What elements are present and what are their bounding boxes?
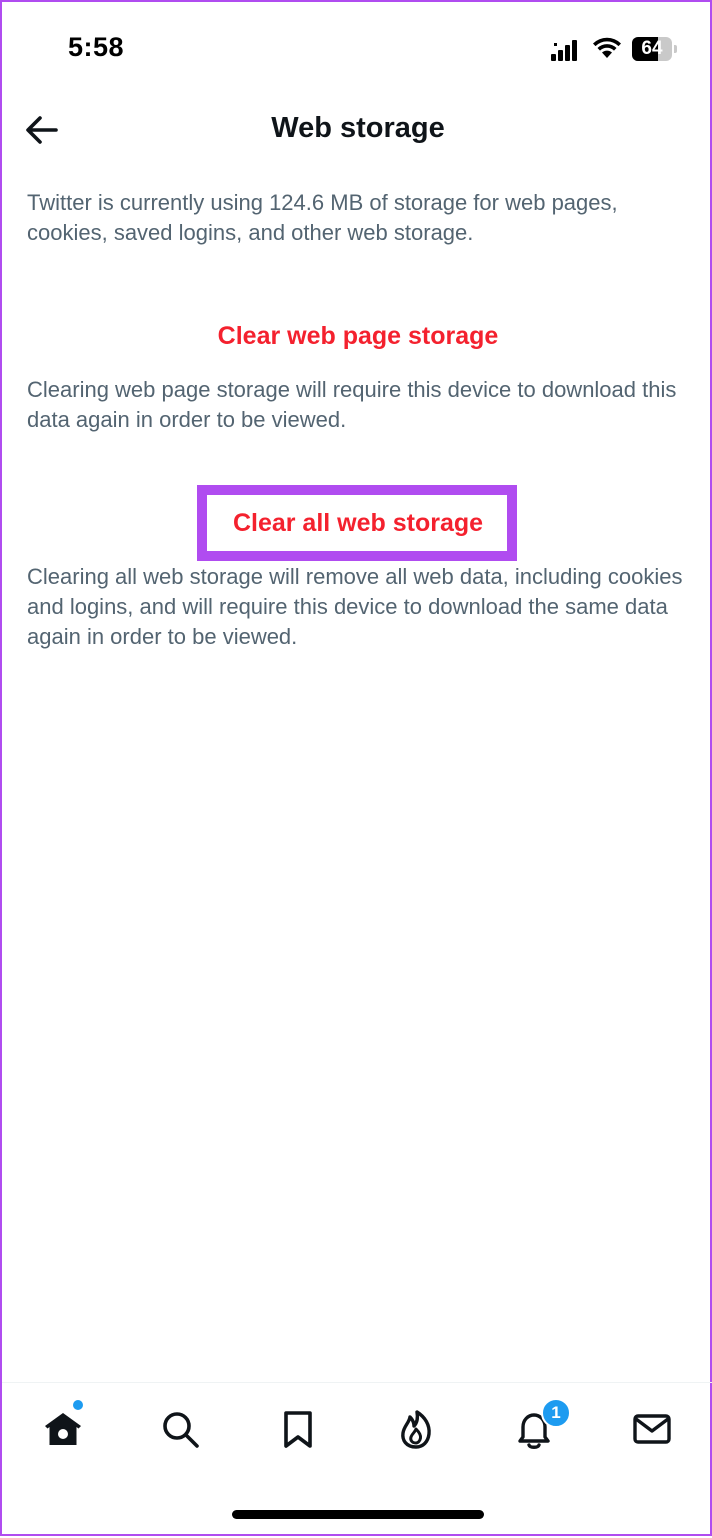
nav-home[interactable] xyxy=(41,1407,85,1451)
nav-search[interactable] xyxy=(158,1407,202,1451)
nav-messages[interactable] xyxy=(630,1407,674,1451)
clear-web-page-storage-description: Clearing web page storage will require t… xyxy=(27,377,677,432)
nav-spaces[interactable] xyxy=(394,1407,438,1451)
home-unread-dot xyxy=(73,1400,83,1410)
mail-icon xyxy=(633,1414,671,1444)
page-title: Web storage xyxy=(271,112,445,144)
battery-nub xyxy=(674,45,677,53)
clear-web-page-storage-button[interactable]: Clear web page storage xyxy=(2,322,712,351)
flame-icon xyxy=(401,1410,431,1449)
bookmark-icon xyxy=(284,1411,312,1448)
home-icon xyxy=(45,1413,81,1445)
screen-frame: 5:58 64 Web storage Twitter is currently… xyxy=(0,0,712,1536)
battery-level-text: 64 xyxy=(641,38,663,59)
status-time: 5:58 xyxy=(68,32,125,62)
home-indicator xyxy=(232,1510,484,1519)
header: Web storage xyxy=(2,98,712,162)
notification-badge: 1 xyxy=(541,1398,571,1428)
clear-all-web-storage-button[interactable]: Clear all web storage xyxy=(2,509,712,538)
battery-icon: 64 xyxy=(632,37,678,61)
battery-body: 64 xyxy=(632,37,672,61)
wifi-icon xyxy=(593,37,621,58)
storage-usage-text: Twitter is currently using 124.6 MB of s… xyxy=(27,190,618,245)
clear-all-web-storage-description: Clearing all web storage will remove all… xyxy=(27,564,683,649)
search-icon xyxy=(163,1412,199,1448)
signal-icon xyxy=(551,40,577,61)
nav-bookmarks[interactable] xyxy=(276,1407,320,1451)
status-bar: 5:58 64 xyxy=(2,2,712,98)
